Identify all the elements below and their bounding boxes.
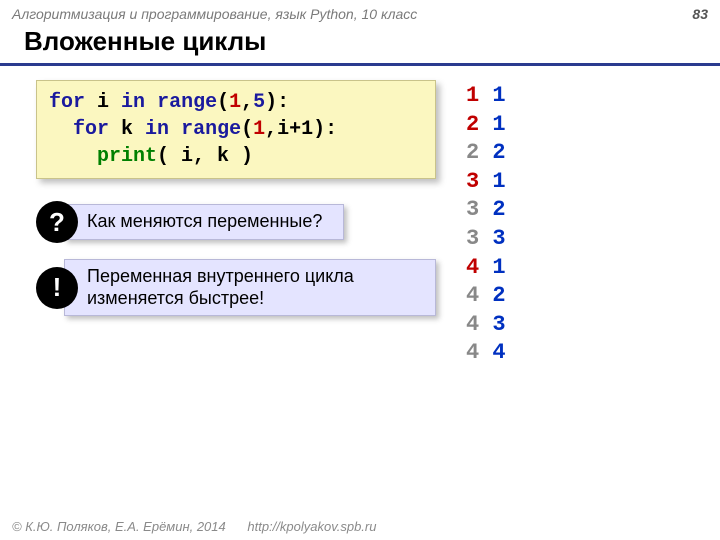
- output-i: 1: [466, 83, 479, 108]
- code-indent: [49, 145, 97, 168]
- question-badge: ?: [36, 201, 78, 243]
- program-output: 1 12 12 23 13 23 34 14 24 34 4: [466, 80, 696, 368]
- keyword-print: print: [97, 145, 157, 168]
- code-text: ):: [265, 91, 289, 114]
- copyright: © К.Ю. Поляков, Е.А. Ерёмин, 2014: [12, 519, 226, 534]
- course-label: Алгоритмизация и программирование, язык …: [12, 6, 417, 22]
- keyword-range: range: [181, 118, 241, 141]
- code-text: ( i, k ): [157, 145, 253, 168]
- exclaim-callout: ! Переменная внутреннего цикла изменяетс…: [36, 259, 436, 316]
- output-k: 4: [479, 340, 505, 365]
- exclaim-text: Переменная внутреннего цикла изменяется …: [64, 259, 436, 316]
- output-i: 4: [466, 255, 479, 280]
- keyword-range: range: [157, 91, 217, 114]
- literal-number: 1: [253, 118, 265, 141]
- right-column: 1 12 12 23 13 23 34 14 24 34 4: [466, 80, 696, 368]
- exclaim-badge: !: [36, 267, 78, 309]
- code-text: (: [241, 118, 253, 141]
- code-text: i: [85, 91, 121, 114]
- keyword-in: in: [145, 118, 169, 141]
- output-k: 2: [479, 283, 505, 308]
- output-i: 4: [466, 340, 479, 365]
- literal-number: 1: [229, 91, 241, 114]
- code-block: for i in range(1,5): for k in range(1,i+…: [36, 80, 436, 179]
- question-callout: ? Как меняются переменные?: [36, 201, 436, 243]
- page-title: Вложенные циклы: [0, 24, 720, 66]
- output-i: 4: [466, 283, 479, 308]
- code-text: ,i+1):: [265, 118, 337, 141]
- left-column: for i in range(1,5): for k in range(1,i+…: [36, 80, 436, 368]
- content-area: for i in range(1,5): for k in range(1,i+…: [0, 80, 720, 368]
- output-i: 3: [466, 197, 479, 222]
- keyword-for: for: [49, 91, 85, 114]
- output-k: 1: [479, 169, 505, 194]
- page-number: 83: [692, 6, 708, 22]
- code-text: ,: [241, 91, 253, 114]
- output-i: 2: [466, 140, 479, 165]
- keyword-in: in: [121, 91, 145, 114]
- question-text: Как меняются переменные?: [64, 204, 344, 240]
- output-k: 1: [479, 255, 505, 280]
- output-k: 1: [479, 112, 505, 137]
- output-i: 3: [466, 169, 479, 194]
- output-k: 2: [479, 197, 505, 222]
- literal-number: 5: [253, 91, 265, 114]
- output-k: 3: [479, 312, 505, 337]
- code-text: k: [109, 118, 145, 141]
- keyword-for: for: [73, 118, 109, 141]
- code-space: [169, 118, 181, 141]
- code-indent: [49, 118, 73, 141]
- output-k: 1: [479, 83, 505, 108]
- output-k: 3: [479, 226, 505, 251]
- output-i: 4: [466, 312, 479, 337]
- footer: © К.Ю. Поляков, Е.А. Ерёмин, 2014 http:/…: [12, 519, 376, 534]
- footer-url: http://kpolyakov.spb.ru: [247, 519, 376, 534]
- output-i: 3: [466, 226, 479, 251]
- output-i: 2: [466, 112, 479, 137]
- code-space: [145, 91, 157, 114]
- code-text: (: [217, 91, 229, 114]
- output-k: 2: [479, 140, 505, 165]
- header-bar: Алгоритмизация и программирование, язык …: [0, 0, 720, 24]
